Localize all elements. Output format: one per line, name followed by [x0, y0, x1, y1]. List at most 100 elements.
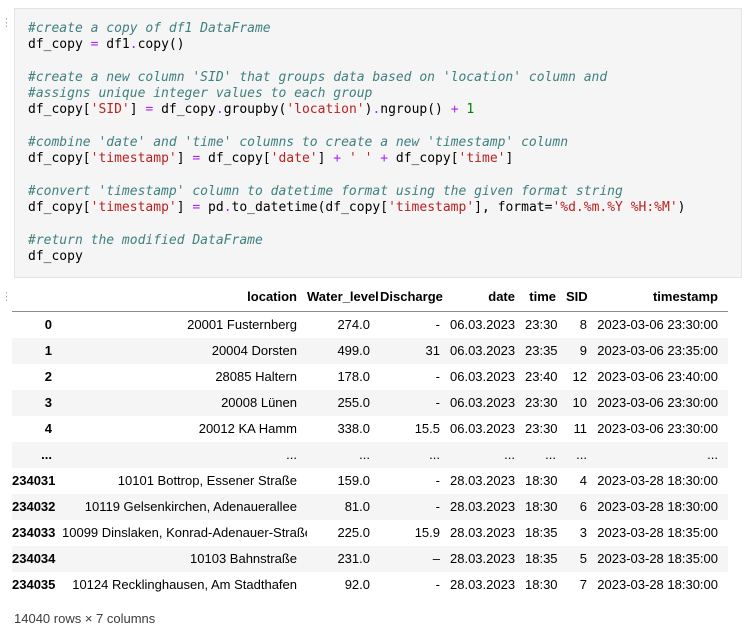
code-token: 'timestamp'	[91, 200, 177, 215]
table-cell: 11	[566, 416, 597, 442]
table-cell: 2023-03-28 18:35:00	[597, 520, 728, 546]
column-header-sid: SID	[566, 286, 597, 312]
table-cell: ...	[566, 442, 597, 468]
row-index: ...	[12, 442, 62, 468]
code-token: df_copy	[28, 37, 91, 52]
table-row: 228085 Haltern178.0-06.03.202323:4012202…	[12, 364, 728, 390]
code-token: #create a new column 'SID' that groups d…	[28, 70, 607, 85]
table-cell: 28.03.2023	[450, 572, 525, 598]
row-index: 0	[12, 312, 62, 339]
table-cell: 28.03.2023	[450, 546, 525, 572]
table-cell: 18:30	[525, 468, 566, 494]
table-cell: 10119 Gelsenkirchen, Adenauerallee	[62, 494, 307, 520]
table-cell: 20004 Dorsten	[62, 338, 307, 364]
table-cell: 338.0	[307, 416, 380, 442]
table-cell: 31	[380, 338, 450, 364]
table-row: 23403410103 Bahnstraße231.0–28.03.202318…	[12, 546, 728, 572]
table-cell: 2023-03-28 18:30:00	[597, 494, 728, 520]
table-cell: 12	[566, 364, 597, 390]
code-token: +	[333, 151, 341, 166]
row-index: 4	[12, 416, 62, 442]
table-cell: ...	[450, 442, 525, 468]
table-row: 23403510124 Recklinghausen, Am Stadthafe…	[12, 572, 728, 598]
row-index: 3	[12, 390, 62, 416]
table-cell: 5	[566, 546, 597, 572]
table-cell: 7	[566, 572, 597, 598]
code-token: df_copy[	[28, 200, 91, 215]
table-cell: -	[380, 390, 450, 416]
table-cell: 2023-03-28 18:30:00	[597, 572, 728, 598]
table-cell: 274.0	[307, 312, 380, 339]
table-cell: -	[380, 468, 450, 494]
table-cell: 18:30	[525, 572, 566, 598]
code-line: #create a copy of df1 DataFrame	[28, 21, 733, 37]
table-cell: 2023-03-06 23:30:00	[597, 312, 728, 339]
code-editor[interactable]: #create a copy of df1 DataFramedf_copy =…	[28, 21, 733, 265]
row-index: 2	[12, 364, 62, 390]
code-line: df_copy['timestamp'] = pd.to_datetime(df…	[28, 200, 733, 216]
code-token: df_copy[	[28, 151, 91, 166]
code-token: )	[678, 200, 686, 215]
table-cell: 6	[566, 494, 597, 520]
dataframe-shape: 14040 rows × 7 columns	[12, 611, 734, 626]
table-cell: 06.03.2023	[450, 390, 525, 416]
column-header-time: time	[525, 286, 566, 312]
code-token: #return the modified DataFrame	[28, 233, 263, 248]
output-drag-handle-icon[interactable]: ⋮	[1, 294, 12, 301]
cell-drag-handle-icon[interactable]: ⋮	[1, 20, 12, 27]
row-index: 234032	[12, 494, 62, 520]
code-token: ngroup()	[380, 102, 450, 117]
table-cell: 06.03.2023	[450, 338, 525, 364]
code-token: ], format=	[474, 200, 552, 215]
code-token: ]	[318, 151, 334, 166]
code-token	[341, 151, 349, 166]
table-cell: -	[380, 364, 450, 390]
code-line: df_copy = df1.copy()	[28, 37, 733, 53]
table-cell: -	[380, 312, 450, 339]
table-cell: 06.03.2023	[450, 416, 525, 442]
code-token: df_copy[	[388, 151, 458, 166]
table-row: 420012 KA Hamm338.015.506.03.202323:3011…	[12, 416, 728, 442]
table-cell: 18:35	[525, 520, 566, 546]
table-cell: 9	[566, 338, 597, 364]
table-cell: 10124 Recklinghausen, Am Stadthafen	[62, 572, 307, 598]
table-cell: 28.03.2023	[450, 494, 525, 520]
column-header-timestamp: timestamp	[597, 286, 728, 312]
code-token: .	[224, 200, 232, 215]
code-token: df_copy[	[200, 151, 270, 166]
table-row: 23403210119 Gelsenkirchen, Adenauerallee…	[12, 494, 728, 520]
table-row: 320008 Lünen255.0-06.03.202323:30102023-…	[12, 390, 728, 416]
code-cell[interactable]: #create a copy of df1 DataFramedf_copy =…	[14, 8, 742, 278]
code-token: 'timestamp'	[91, 151, 177, 166]
table-cell: 23:30	[525, 312, 566, 339]
dataframe-header: locationWater_levelDischargedatetimeSIDt…	[12, 286, 728, 312]
row-index: 234031	[12, 468, 62, 494]
code-line: #create a new column 'SID' that groups d…	[28, 70, 733, 86]
code-token: df1	[98, 37, 129, 52]
table-cell: 4	[566, 468, 597, 494]
code-token: 'date'	[271, 151, 318, 166]
code-token: #convert 'timestamp' column to datetime …	[28, 184, 623, 199]
table-cell: 23:30	[525, 390, 566, 416]
row-index: 234035	[12, 572, 62, 598]
code-token: '%d.%m.%Y %H:%M'	[552, 200, 677, 215]
code-token: #assigns unique integer values to each g…	[28, 86, 372, 101]
code-token: ' '	[349, 151, 372, 166]
column-header-index	[12, 286, 62, 312]
row-index: 234034	[12, 546, 62, 572]
code-token: df_copy	[28, 249, 83, 264]
table-cell: 06.03.2023	[450, 312, 525, 339]
code-line: df_copy['timestamp'] = df_copy['date'] +…	[28, 151, 733, 167]
table-cell: 2023-03-06 23:30:00	[597, 416, 728, 442]
table-cell: 06.03.2023	[450, 364, 525, 390]
code-token: 'timestamp'	[388, 200, 474, 215]
table-cell: 499.0	[307, 338, 380, 364]
table-cell: 231.0	[307, 546, 380, 572]
column-header-discharge: Discharge	[380, 286, 450, 312]
table-cell: 2023-03-28 18:30:00	[597, 468, 728, 494]
code-line: #combine 'date' and 'time' columns to cr…	[28, 135, 733, 151]
column-header-date: date	[450, 286, 525, 312]
code-line: #return the modified DataFrame	[28, 233, 733, 249]
dataframe-table: locationWater_levelDischargedatetimeSIDt…	[12, 286, 728, 598]
table-cell: 18:35	[525, 546, 566, 572]
